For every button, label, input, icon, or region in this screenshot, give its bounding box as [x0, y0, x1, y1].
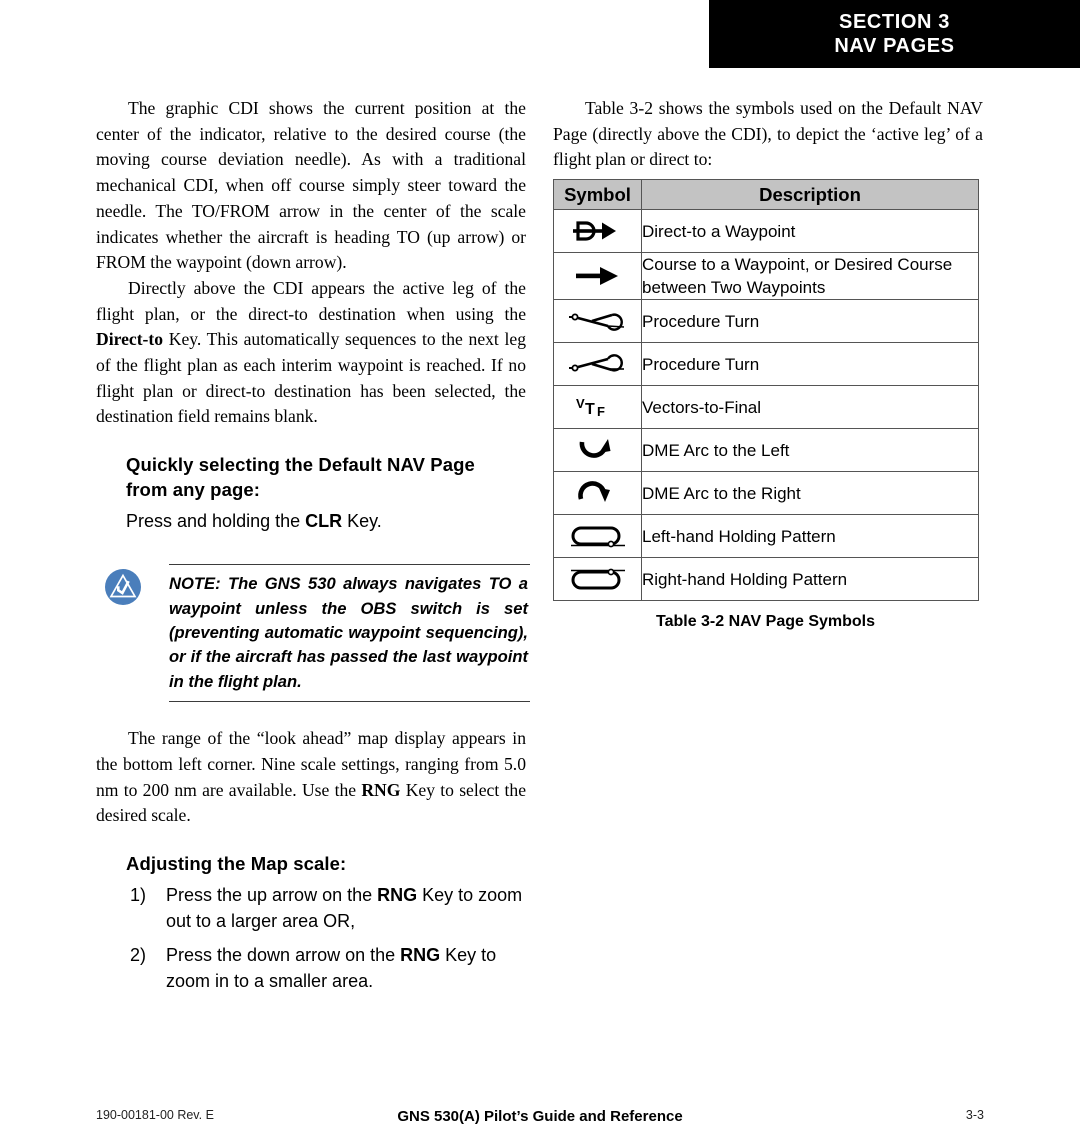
procedure-turn-right-icon — [554, 308, 641, 334]
table-row: Course to a Waypoint, or Desired Course … — [553, 252, 979, 301]
table-row: Procedure Turn — [553, 299, 979, 344]
paragraph-active-leg-part-a: Directly above the CDI appears the activ… — [96, 277, 526, 324]
rng-key-label-inline: RNG — [361, 779, 401, 800]
dme-arc-right-icon — [554, 480, 641, 506]
symbol-cell — [553, 514, 642, 559]
paragraph-map-range: The range of the “look ahead” map displa… — [96, 726, 526, 829]
paragraph-cdi-text: The graphic CDI shows the current positi… — [96, 98, 526, 273]
table-row: Direct-to a Waypoint — [553, 209, 979, 254]
table-row: Right-hand Holding Pattern — [553, 557, 979, 602]
course-arrow-icon — [554, 265, 641, 287]
symbol-cell — [553, 471, 642, 516]
footer-title: GNS 530(A) Pilot’s Guide and Reference — [397, 1108, 683, 1125]
description-cell: Procedure Turn — [641, 299, 979, 344]
symbol-cell — [553, 428, 642, 473]
page-footer: 190-00181-00 Rev. E GNS 530(A) Pilot’s G… — [96, 1108, 984, 1125]
direct-to-key-label: Direct-to — [96, 329, 164, 350]
procedure-turn-left-icon — [554, 351, 641, 377]
description-cell: DME Arc to the Left — [641, 428, 979, 473]
step-number: 1) — [130, 884, 147, 905]
paragraph-cdi-description: The graphic CDI shows the current positi… — [96, 96, 526, 276]
description-cell: Right-hand Holding Pattern — [641, 557, 979, 602]
section-header-line2: NAV PAGES — [834, 35, 955, 57]
description-cell: Vectors-to-Final — [641, 385, 979, 430]
table-caption: Table 3-2 NAV Page Symbols — [655, 613, 876, 631]
right-text-column: Table 3-2 shows the symbols used on the … — [553, 96, 983, 631]
description-cell: Procedure Turn — [641, 342, 979, 387]
symbol-cell — [553, 342, 642, 387]
left-text-column: The graphic CDI shows the current positi… — [96, 96, 530, 1002]
paragraph-active-leg: Directly above the CDI appears the activ… — [96, 276, 526, 430]
note-callout: NOTE: The GNS 530 always navigates TO a … — [100, 564, 530, 703]
dme-arc-left-icon — [554, 437, 641, 463]
svg-text:F: F — [597, 404, 605, 419]
instruction-press-clr: Press and holding the CLR Key. — [126, 508, 526, 534]
table-row: DME Arc to the Left — [553, 428, 979, 473]
description-cell: Course to a Waypoint, or Desired Course … — [641, 252, 979, 301]
section-header-line1: SECTION 3 — [839, 11, 950, 33]
right-hand-holding-pattern-icon — [554, 566, 641, 592]
note-text: NOTE: The GNS 530 always navigates TO a … — [169, 574, 528, 691]
svg-text:V: V — [576, 396, 585, 411]
table-row: DME Arc to the Right — [553, 471, 979, 516]
step-text-part-a: Press the down arrow on the — [166, 944, 401, 965]
table-row: Procedure Turn — [553, 342, 979, 387]
instruction-press-clr-part-a: Press and holding the — [126, 511, 306, 532]
step-text-part-a: Press the up arrow on the — [166, 884, 378, 905]
paragraph-table-intro: Table 3-2 shows the symbols used on the … — [553, 98, 983, 170]
footer-page-number: 3-3 — [965, 1108, 984, 1122]
column-header-description: Description — [641, 179, 979, 211]
note-body: NOTE: The GNS 530 always navigates TO a … — [169, 564, 530, 703]
subheading-quick-select-nav-page: Quickly selecting the Default NAV Page f… — [126, 454, 475, 501]
steps-list: 1) Press the up arrow on the RNG Key to z… — [96, 882, 526, 994]
column-header-symbol: Symbol — [553, 179, 642, 211]
table-header-row: Symbol Description — [553, 179, 979, 211]
symbol-cell — [553, 299, 642, 344]
note-caution-icon — [104, 568, 142, 606]
symbol-cell — [553, 252, 642, 301]
left-hand-holding-pattern-icon — [554, 523, 641, 549]
direct-to-waypoint-icon — [554, 220, 641, 242]
description-cell: Left-hand Holding Pattern — [641, 514, 979, 559]
table-row: V T F Vectors-to-Final — [553, 385, 979, 430]
symbol-cell — [553, 557, 642, 602]
rng-key-label-step1: RNG — [377, 884, 418, 905]
list-item: 2) Press the down arrow on the RNG Key to… — [96, 942, 526, 994]
symbol-cell — [553, 209, 642, 254]
svg-text:T: T — [585, 401, 595, 418]
description-cell: Direct-to a Waypoint — [641, 209, 979, 254]
instruction-press-clr-part-b: Key. — [342, 511, 382, 532]
table-row: Left-hand Holding Pattern — [553, 514, 979, 559]
subheading-adjusting-map-scale: Adjusting the Map scale: — [126, 852, 347, 874]
clr-key-label: CLR — [305, 511, 343, 532]
description-cell: DME Arc to the Right — [641, 471, 979, 516]
vectors-to-final-icon: V T F — [554, 395, 641, 419]
symbol-cell: V T F — [553, 385, 642, 430]
section-header-banner: SECTION 3 NAV PAGES — [709, 0, 1080, 68]
footer-document-number: 190-00181-00 Rev. E — [96, 1108, 214, 1122]
list-item: 1) Press the up arrow on the RNG Key to z… — [96, 882, 526, 934]
rng-key-label-step2: RNG — [400, 944, 441, 965]
step-number: 2) — [130, 944, 147, 965]
nav-page-symbols-table: Symbol Description Direct-to a Waypoint … — [553, 179, 979, 602]
